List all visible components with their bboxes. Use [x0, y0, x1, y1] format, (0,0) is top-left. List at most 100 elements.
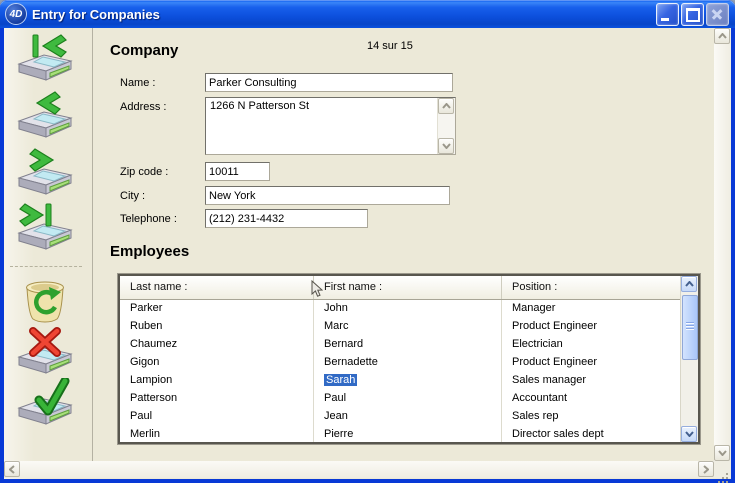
address-scroll-down-button[interactable]	[438, 138, 454, 154]
titlebar[interactable]: 4D Entry for Companies	[0, 0, 735, 28]
cell-last-name[interactable]: Merlin	[120, 426, 314, 442]
address-label: Address :	[120, 101, 166, 113]
city-label: City :	[120, 190, 145, 202]
cell-position[interactable]: Manager	[502, 300, 681, 318]
next-record-button[interactable]	[17, 148, 73, 198]
chevron-up-icon	[685, 281, 694, 287]
table-row-selected[interactable]: Lampion Sarah Sales manager	[120, 372, 681, 390]
selected-cell-highlight[interactable]: Sarah	[324, 374, 357, 386]
cell-first-name[interactable]: Paul	[314, 390, 502, 408]
cell-position[interactable]: Electrician	[502, 336, 681, 354]
col-header-last-name[interactable]: Last name :	[120, 276, 314, 299]
cell-position[interactable]: Accountant	[502, 390, 681, 408]
cell-first-name[interactable]: Bernard	[314, 336, 502, 354]
maximize-icon	[686, 8, 700, 22]
window-scroll-left-button[interactable]	[4, 461, 20, 477]
table-row[interactable]: Patterson Paul Accountant	[120, 390, 681, 408]
trash-recycle-icon	[21, 277, 69, 325]
cell-last-name[interactable]: Paul	[120, 408, 314, 426]
cell-first-name[interactable]: Sarah	[314, 372, 502, 390]
cell-last-name[interactable]: Ruben	[120, 318, 314, 336]
chevron-left-icon	[9, 465, 15, 474]
cell-first-name[interactable]: Bernadette	[314, 354, 502, 372]
4d-app-icon: 4D	[5, 3, 27, 25]
accept-check-icon	[17, 378, 73, 428]
cell-first-name[interactable]: John	[314, 300, 502, 318]
cell-last-name[interactable]: Parker	[120, 300, 314, 318]
table-vertical-scrollbar[interactable]	[680, 276, 698, 442]
window-title: Entry for Companies	[32, 7, 656, 22]
previous-record-icon	[17, 91, 73, 141]
chevron-up-icon	[718, 33, 727, 39]
cell-position[interactable]: Product Engineer	[502, 354, 681, 372]
telephone-field[interactable]	[205, 209, 368, 228]
table-row[interactable]: Paul Jean Sales rep	[120, 408, 681, 426]
cell-position[interactable]: Sales manager	[502, 372, 681, 390]
table-scroll-thumb[interactable]	[682, 295, 698, 360]
window-controls	[656, 3, 729, 26]
cancel-x-icon	[17, 327, 73, 377]
cell-last-name[interactable]: Gigon	[120, 354, 314, 372]
window-scroll-right-button[interactable]	[698, 461, 714, 477]
chevron-down-icon	[685, 431, 694, 437]
employees-table: Last name : First name : Position : Park…	[118, 274, 700, 444]
record-counter: 14 sur 15	[367, 40, 413, 52]
address-scrollbar[interactable]	[437, 98, 455, 154]
name-field[interactable]	[205, 73, 453, 92]
chevron-down-icon	[718, 450, 727, 456]
city-field[interactable]	[205, 186, 450, 205]
first-record-button[interactable]	[17, 34, 73, 84]
cell-last-name[interactable]: Lampion	[120, 372, 314, 390]
first-record-icon	[17, 34, 73, 84]
cell-last-name[interactable]: Chaumez	[120, 336, 314, 354]
minimize-button[interactable]	[656, 3, 679, 26]
cell-first-name[interactable]: Pierre	[314, 426, 502, 442]
window-horizontal-scrollbar[interactable]	[4, 461, 714, 478]
zip-field[interactable]	[205, 162, 270, 181]
table-row-clipped[interactable]: Merlin Pierre Director sales dept	[120, 426, 681, 442]
employees-table-body: Parker John Manager Ruben Marc Product E…	[120, 300, 681, 442]
window-scroll-up-button[interactable]	[714, 28, 730, 44]
address-text: 1266 N Patterson St	[210, 100, 435, 112]
col-header-position[interactable]: Position :	[502, 276, 681, 299]
next-record-icon	[17, 148, 73, 198]
mouse-cursor-icon	[311, 280, 323, 298]
table-scroll-up-button[interactable]	[681, 276, 697, 292]
window-vertical-scrollbar[interactable]	[714, 28, 731, 461]
app-window: 4D Entry for Companies	[0, 0, 735, 483]
cell-position[interactable]: Director sales dept	[502, 426, 681, 442]
col-header-first-name[interactable]: First name :	[314, 276, 502, 299]
table-scroll-down-button[interactable]	[681, 426, 697, 442]
last-record-button[interactable]	[17, 203, 73, 253]
minimize-icon	[661, 18, 669, 21]
table-row[interactable]: Ruben Marc Product Engineer	[120, 318, 681, 336]
delete-record-button[interactable]	[21, 277, 69, 325]
employees-heading: Employees	[110, 243, 189, 260]
cell-position[interactable]: Product Engineer	[502, 318, 681, 336]
chevron-up-icon	[442, 103, 451, 109]
chevron-right-icon	[703, 465, 709, 474]
maximize-button[interactable]	[681, 3, 704, 26]
table-row[interactable]: Gigon Bernadette Product Engineer	[120, 354, 681, 372]
last-record-icon	[17, 203, 73, 253]
cancel-button[interactable]	[17, 327, 73, 377]
accept-button[interactable]	[17, 378, 73, 428]
toolbar-separator	[92, 28, 93, 461]
app-badge-text: 4D	[10, 9, 23, 20]
resize-grip[interactable]	[714, 461, 731, 478]
table-row[interactable]: Chaumez Bernard Electrician	[120, 336, 681, 354]
cell-position[interactable]: Sales rep	[502, 408, 681, 426]
close-button[interactable]	[706, 3, 729, 26]
cell-first-name[interactable]: Jean	[314, 408, 502, 426]
cell-first-name[interactable]: Marc	[314, 318, 502, 336]
cell-last-name[interactable]: Patterson	[120, 390, 314, 408]
chevron-down-icon	[442, 143, 451, 149]
table-row[interactable]: Parker John Manager	[120, 300, 681, 318]
address-scroll-up-button[interactable]	[438, 98, 454, 114]
zip-label: Zip code :	[120, 166, 168, 178]
toolbar-divider	[10, 266, 82, 267]
previous-record-button[interactable]	[17, 91, 73, 141]
address-field[interactable]: 1266 N Patterson St	[205, 97, 456, 155]
window-scroll-down-button[interactable]	[714, 445, 730, 461]
name-label: Name :	[120, 77, 155, 89]
